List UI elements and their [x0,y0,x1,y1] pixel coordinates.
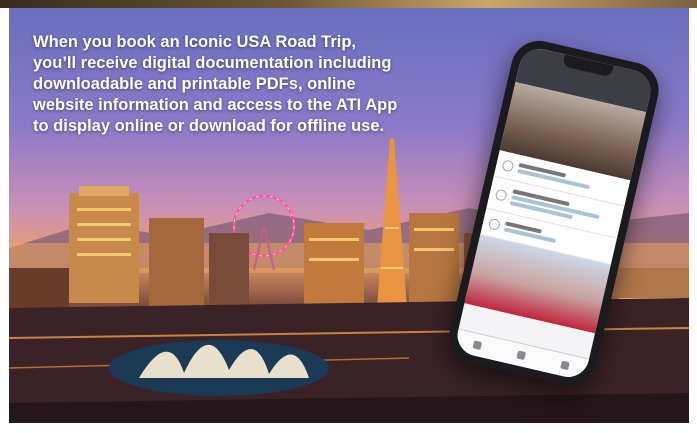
top-photo-strip [0,0,697,8]
documents-icon [516,350,526,361]
check-icon [487,217,502,231]
promo-caption: When you book an Iconic USA Road Trip, y… [33,33,398,135]
more-icon [559,360,570,371]
check-icon [501,158,515,173]
las-vegas-photo: When you book an Iconic USA Road Trip, y… [9,8,689,423]
check-icon [494,188,508,202]
home-icon [472,340,483,351]
advert-frame: When you book an Iconic USA Road Trip, y… [0,0,697,433]
